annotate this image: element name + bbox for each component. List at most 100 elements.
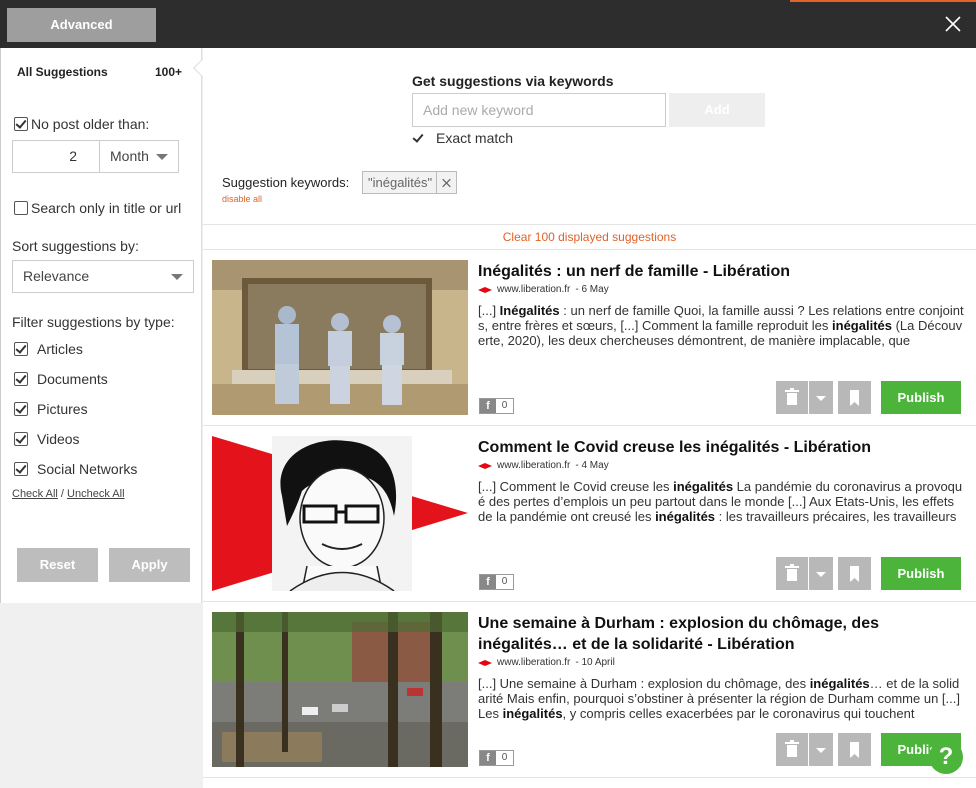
social-networks-checkbox[interactable]: [14, 462, 28, 476]
links-separator: /: [60, 488, 64, 500]
chevron-down-icon: [171, 273, 183, 280]
trash-icon: [785, 740, 799, 757]
article-thumbnail[interactable]: [212, 436, 468, 591]
publish-button[interactable]: Publish: [881, 381, 961, 414]
sidebar-background: [0, 603, 202, 788]
delete-button[interactable]: [776, 733, 808, 766]
type-label: Articles: [37, 341, 83, 357]
type-label: Documents: [37, 371, 108, 387]
bookmark-button[interactable]: [838, 557, 871, 590]
publish-button[interactable]: Publish: [881, 557, 961, 590]
add-keyword-button[interactable]: Add: [669, 93, 765, 127]
bookmark-icon: [850, 566, 859, 582]
source-domain: www.liberation.fr: [497, 460, 571, 471]
article-excerpt: [...] Comment le Covid creuse les inégal…: [478, 479, 963, 524]
help-button[interactable]: ?: [929, 740, 963, 774]
type-option-articles[interactable]: Articles: [14, 341, 83, 357]
share-count: 0: [501, 752, 508, 763]
suggestion-keywords-label: Suggestion keywords:: [222, 175, 350, 190]
reset-button[interactable]: Reset: [17, 548, 98, 582]
documents-checkbox[interactable]: [14, 372, 28, 386]
chevron-down-icon: [816, 572, 826, 577]
all-suggestions-label[interactable]: All Suggestions: [17, 65, 108, 79]
search-title-checkbox[interactable]: [14, 201, 28, 215]
facebook-share-count[interactable]: f 0: [479, 398, 514, 414]
facebook-share-count[interactable]: f 0: [479, 574, 514, 590]
delete-button[interactable]: [776, 381, 808, 414]
facebook-icon: f: [480, 399, 496, 413]
older-than-number-input[interactable]: 2: [12, 140, 100, 173]
type-label: Videos: [37, 431, 80, 447]
divider: [203, 777, 976, 778]
older-than-checkbox[interactable]: [14, 117, 28, 131]
source-logo-icon: [478, 462, 492, 469]
keyword-input[interactable]: Add new keyword: [412, 93, 666, 127]
sort-select[interactable]: Relevance: [12, 260, 194, 293]
uncheck-all-link[interactable]: Uncheck All: [67, 488, 124, 500]
trash-icon: [785, 388, 799, 405]
bookmark-button[interactable]: [838, 381, 871, 414]
bookmark-icon: [850, 742, 859, 758]
article-source: www.liberation.fr - 10 April: [478, 657, 615, 668]
chevron-down-icon: [816, 748, 826, 753]
pictures-checkbox[interactable]: [14, 402, 28, 416]
search-title-label: Search only in title or url: [31, 200, 182, 216]
article-excerpt: [...] Une semaine à Durham : explosion d…: [478, 676, 960, 721]
bookmark-button[interactable]: [838, 733, 871, 766]
facebook-icon: f: [480, 751, 496, 765]
source-date: - 10 April: [575, 657, 615, 668]
suggestions-panel: Get suggestions via keywords Add new key…: [203, 48, 976, 788]
delete-button[interactable]: [776, 557, 808, 590]
article-source: www.liberation.fr - 4 May: [478, 460, 609, 471]
source-domain: www.liberation.fr: [497, 657, 571, 668]
top-bar: Advanced Configuration: [0, 0, 976, 66]
filter-type-label: Filter suggestions by type:: [12, 314, 175, 330]
exact-match-label: Exact match: [436, 130, 514, 146]
divider: [203, 249, 976, 250]
check-links: Check All / Uncheck All: [12, 488, 125, 500]
facebook-share-count[interactable]: f 0: [479, 750, 514, 766]
keywords-title: Get suggestions via keywords: [412, 73, 614, 89]
type-option-pictures[interactable]: Pictures: [14, 401, 88, 417]
apply-button[interactable]: Apply: [109, 548, 190, 582]
close-icon[interactable]: [942, 13, 964, 35]
advanced-configuration-button[interactable]: Advanced Configuration: [7, 8, 156, 66]
type-label: Social Networks: [37, 461, 138, 477]
exact-match-option[interactable]: Exact match: [412, 130, 513, 146]
article-thumbnail[interactable]: [212, 612, 468, 767]
check-all-link[interactable]: Check All: [12, 488, 58, 500]
source-logo-icon: [478, 286, 492, 293]
article-title[interactable]: Une semaine à Durham : explosion du chôm…: [478, 613, 968, 655]
type-option-videos[interactable]: Videos: [14, 431, 80, 447]
share-count: 0: [501, 400, 508, 411]
divider: [203, 425, 976, 426]
delete-options-dropdown[interactable]: [809, 733, 833, 766]
older-than-unit-select[interactable]: Month: [99, 140, 179, 173]
article-title[interactable]: Inégalités : un nerf de famille - Libéra…: [478, 261, 968, 282]
source-date: - 4 May: [575, 460, 609, 471]
bookmark-icon: [850, 390, 859, 406]
remove-tag-icon[interactable]: [436, 172, 456, 193]
search-title-option[interactable]: Search only in title or url: [14, 200, 181, 216]
article-thumbnail[interactable]: [212, 260, 468, 415]
chevron-down-icon: [816, 396, 826, 401]
videos-checkbox[interactable]: [14, 432, 28, 446]
clear-suggestions-link[interactable]: Clear 100 displayed suggestions: [203, 230, 976, 244]
type-option-documents[interactable]: Documents: [14, 371, 108, 387]
delete-options-dropdown[interactable]: [809, 381, 833, 414]
chevron-down-icon: [156, 153, 168, 160]
type-label: Pictures: [37, 401, 88, 417]
share-count: 0: [501, 576, 508, 587]
keyword-tag-label: "inégalités": [368, 175, 433, 190]
accent-stripe: [790, 0, 976, 2]
article-title[interactable]: Comment le Covid creuse les inégalités -…: [478, 437, 968, 458]
delete-options-dropdown[interactable]: [809, 557, 833, 590]
keyword-tag: "inégalités": [362, 171, 458, 194]
type-option-social-networks[interactable]: Social Networks: [14, 461, 137, 477]
divider: [203, 224, 976, 225]
disable-all-link[interactable]: disable all: [222, 194, 262, 204]
sort-label: Sort suggestions by:: [12, 238, 139, 254]
articles-checkbox[interactable]: [14, 342, 28, 356]
older-than-option[interactable]: No post older than:: [14, 116, 149, 132]
exact-match-checkbox[interactable]: [412, 132, 424, 144]
